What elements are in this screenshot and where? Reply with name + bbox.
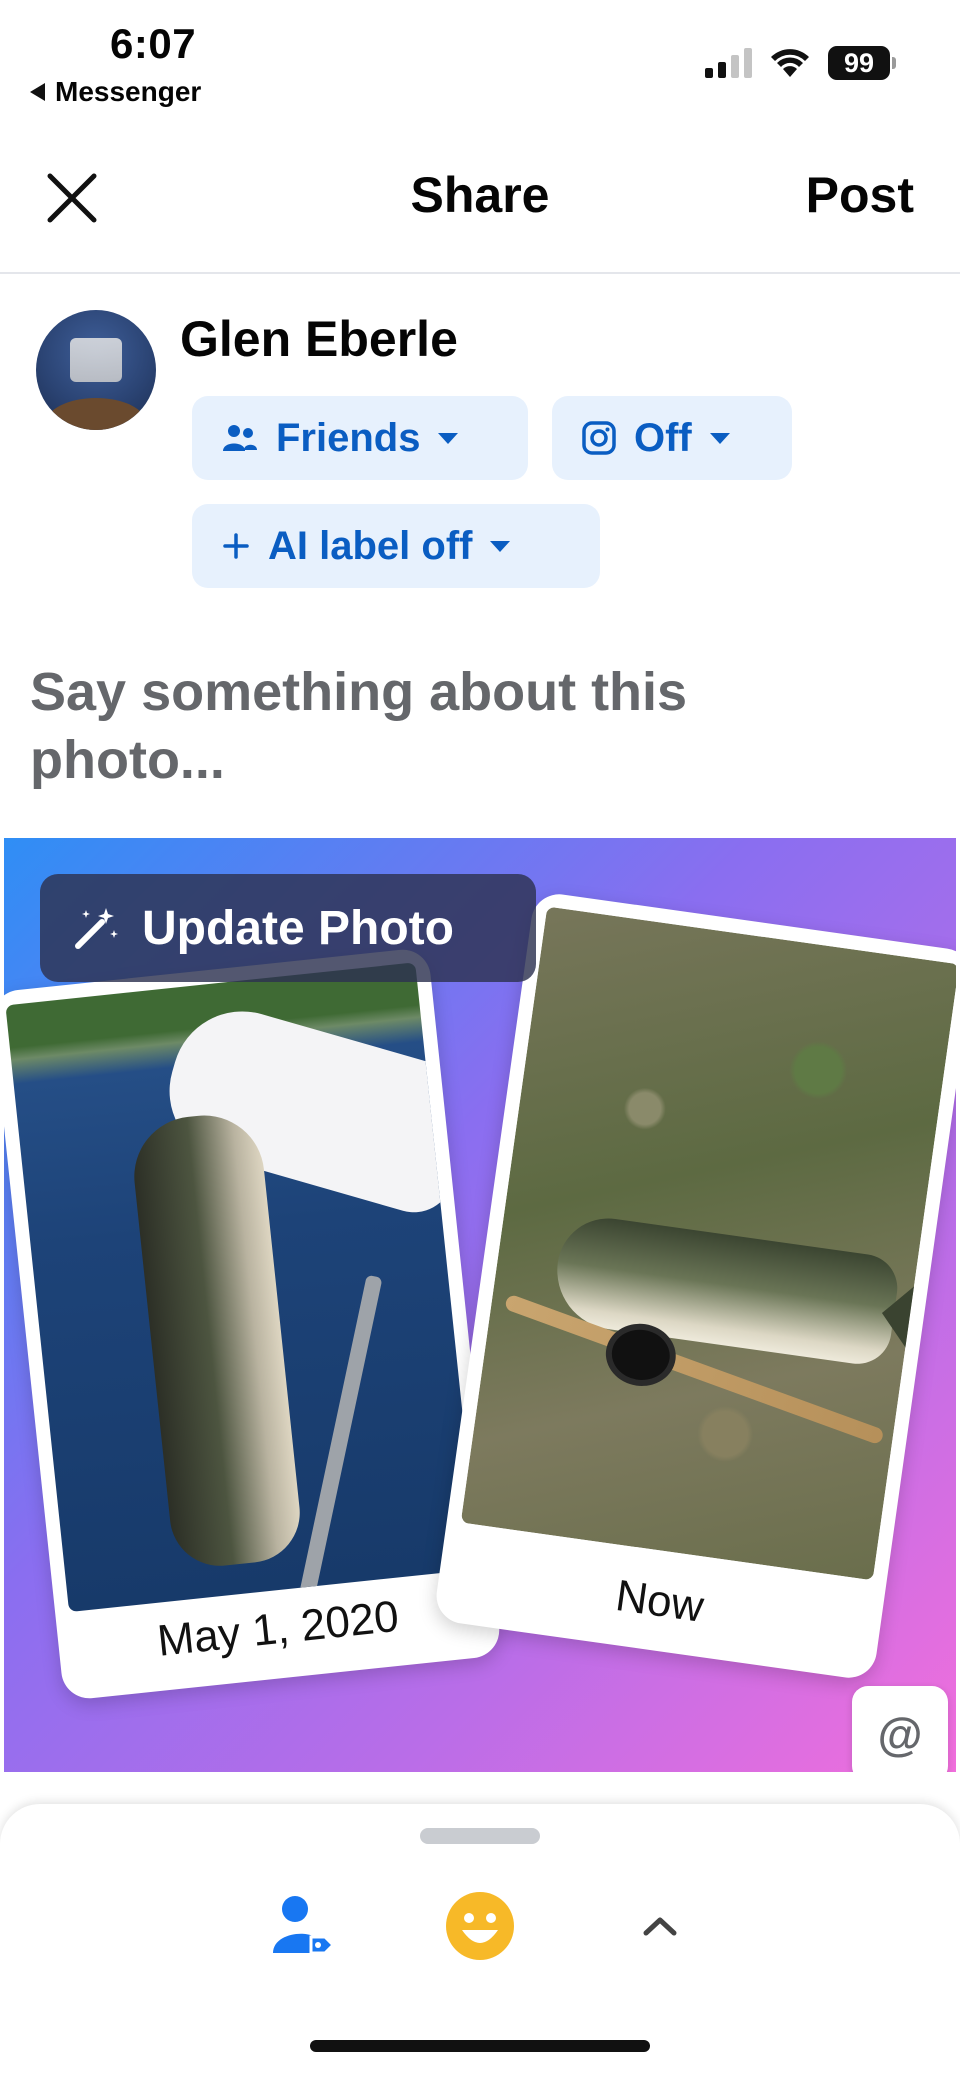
share-header: Share Post xyxy=(0,150,960,274)
tag-people-icon xyxy=(273,1896,336,1955)
instagram-icon xyxy=(582,421,616,455)
status-icons: 99 xyxy=(705,46,896,80)
post-button[interactable]: Post xyxy=(806,166,914,224)
photo-collage[interactable]: May 1, 2020 Now Update Photo @ xyxy=(4,838,956,1772)
audience-label: Friends xyxy=(276,415,421,460)
update-photo-label: Update Photo xyxy=(142,901,454,955)
feeling-button[interactable] xyxy=(440,1886,520,1966)
chevron-down-icon xyxy=(438,432,459,444)
bottom-action-sheet xyxy=(0,1804,960,2079)
ai-label-selector[interactable]: AI label off xyxy=(192,504,600,588)
avatar xyxy=(36,310,156,430)
update-photo-button[interactable]: Update Photo xyxy=(40,874,536,982)
battery-level: 99 xyxy=(828,46,890,80)
sheet-grabber[interactable] xyxy=(420,1828,540,1844)
back-app-label: Messenger xyxy=(55,76,202,107)
post-text-input[interactable]: Say something about this photo... xyxy=(30,658,710,794)
back-triangle-icon xyxy=(30,83,45,101)
instagram-label: Off xyxy=(634,415,692,460)
then-photo-card[interactable]: May 1, 2020 xyxy=(4,946,503,1702)
now-photo xyxy=(460,906,956,1581)
wifi-icon xyxy=(771,49,809,77)
magic-wand-icon xyxy=(75,908,118,949)
audience-selector[interactable]: Friends xyxy=(192,396,528,480)
tag-people-button[interactable] xyxy=(262,1886,342,1966)
battery-icon: 99 xyxy=(828,46,896,80)
status-time: 6:07 xyxy=(110,20,197,67)
plus-icon xyxy=(223,533,249,559)
chevron-down-icon xyxy=(490,540,511,552)
ai-label-text: AI label off xyxy=(268,523,473,568)
home-indicator xyxy=(310,2040,650,2052)
at-sign-icon: @ xyxy=(877,1708,923,1760)
now-photo-card[interactable]: Now xyxy=(432,890,956,1682)
friends-icon xyxy=(223,425,257,451)
back-to-app-link[interactable]: Messenger xyxy=(30,76,201,108)
cellular-signal-icon xyxy=(705,48,752,78)
chevron-up-icon xyxy=(643,1917,677,1936)
mention-button[interactable]: @ xyxy=(852,1686,948,1772)
then-photo xyxy=(5,962,479,1613)
instagram-share-toggle[interactable]: Off xyxy=(552,396,792,480)
emoji-icon xyxy=(446,1892,514,1960)
expand-sheet-button[interactable] xyxy=(620,1886,700,1966)
user-name: Glen Eberle xyxy=(180,311,458,367)
chevron-down-icon xyxy=(709,432,730,444)
